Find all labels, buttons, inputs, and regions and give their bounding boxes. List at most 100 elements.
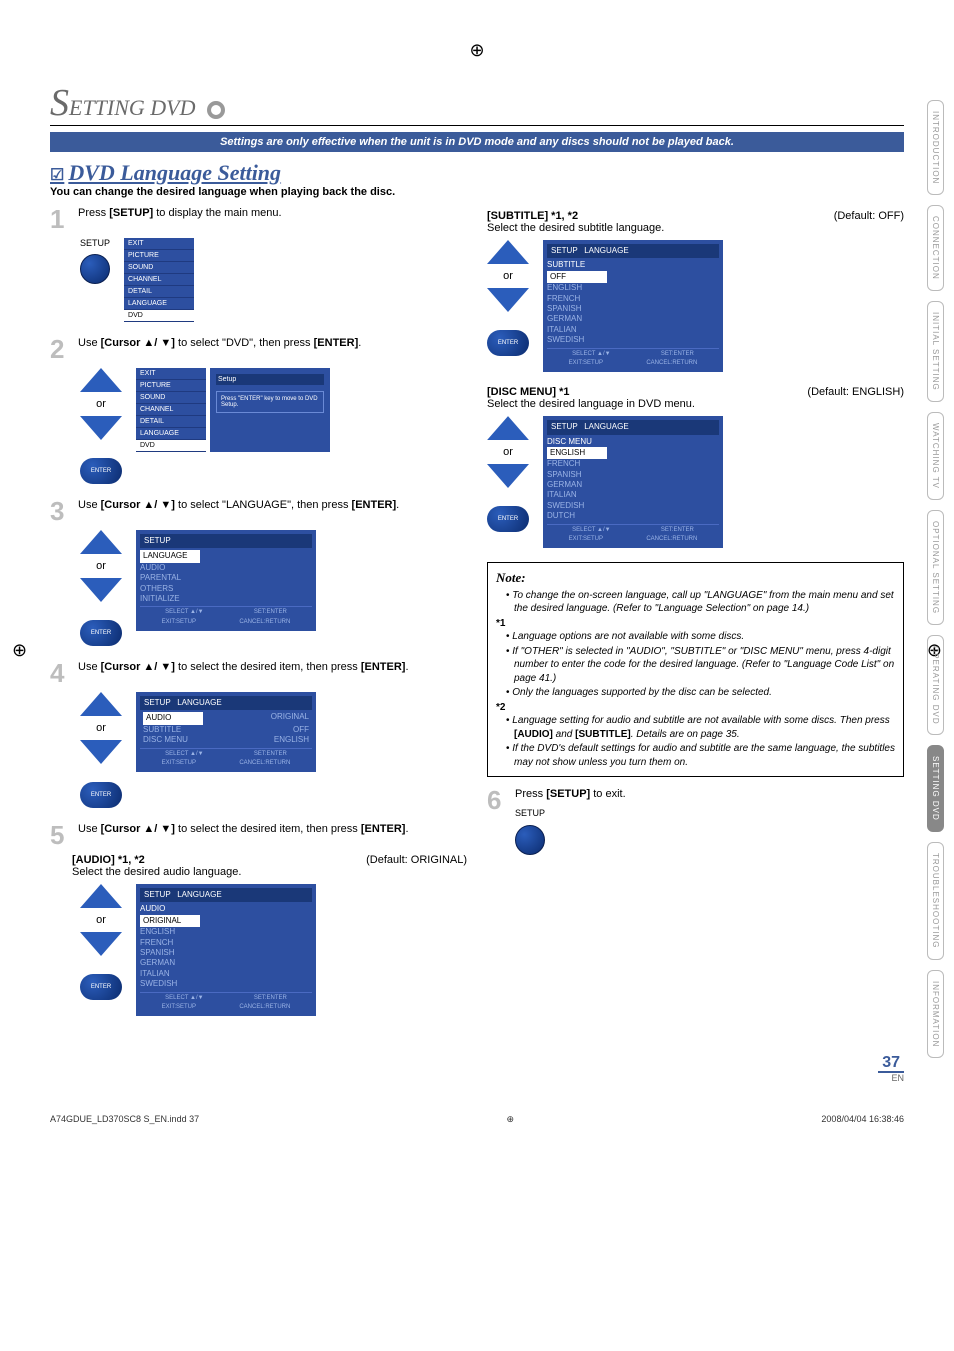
cursor-up-button[interactable]: [80, 530, 122, 554]
step-number: 4: [50, 660, 70, 686]
osd-foot: CANCEL:RETURN: [239, 760, 290, 768]
cursor-down-button[interactable]: [80, 416, 122, 440]
osd-item: GERMAN: [547, 314, 719, 324]
osd-foot: SET:ENTER: [254, 995, 287, 1003]
osd-foot: EXIT:SETUP: [162, 1004, 196, 1012]
step-text: to select the desired item, then press: [175, 661, 361, 673]
osd-item: DETAIL: [136, 416, 206, 428]
osd-foot: SET:ENTER: [661, 527, 694, 535]
cursor-down-button[interactable]: [487, 464, 529, 488]
cursor-down-button[interactable]: [80, 578, 122, 602]
check-icon: ☑: [50, 167, 64, 184]
osd-item-selected: ENGLISH: [547, 447, 607, 459]
tab-optional-setting[interactable]: OPTIONAL SETTING: [927, 510, 944, 625]
step-2: 2 Use [Cursor ▲/ ▼] to select "DVD", the…: [50, 336, 467, 362]
osd-item: ITALIAN: [547, 490, 719, 500]
osd-foot: SET:ENTER: [254, 609, 287, 617]
step-text: Press: [515, 788, 546, 800]
page-lang: EN: [891, 1073, 904, 1083]
page-title-rest: ETTING DVD: [69, 95, 196, 120]
tab-initial-setting[interactable]: INITIAL SETTING: [927, 301, 944, 402]
cursor-up-button[interactable]: [80, 884, 122, 908]
osd-value: OFF: [293, 725, 309, 735]
tab-introduction[interactable]: INTRODUCTION: [927, 100, 944, 195]
step-text: Use: [78, 499, 101, 511]
osd-item: LANGUAGE: [124, 298, 194, 310]
step-number: 2: [50, 336, 70, 362]
osd-item-selected: ORIGINAL: [140, 915, 200, 927]
or-label: or: [96, 722, 106, 734]
tab-setting-dvd[interactable]: SETTING DVD: [927, 745, 944, 832]
subtitle-heading: [SUBTITLE] *1, *2: [487, 210, 578, 222]
page-number-block: 37 EN: [50, 1050, 904, 1084]
cursor-down-button[interactable]: [80, 740, 122, 764]
enter-button[interactable]: ENTER: [80, 974, 122, 1000]
osd-item-selected: DVD: [124, 310, 194, 322]
or-label: or: [96, 560, 106, 572]
step-number: 5: [50, 822, 70, 848]
footer-meta: A74GDUE_LD370SC8 S_EN.indd 37 ⊕ 2008/04/…: [50, 1114, 904, 1125]
osd-foot: SELECT ▲/▼: [165, 609, 203, 617]
enter-button[interactable]: ENTER: [80, 782, 122, 808]
osd-item-selected: AUDIO: [143, 712, 203, 724]
tab-watching-tv[interactable]: WATCHING TV: [927, 412, 944, 500]
osd-main-menu: EXIT PICTURE SOUND CHANNEL DETAIL LANGUA…: [124, 238, 194, 322]
setup-label: SETUP: [80, 238, 110, 248]
setup-button[interactable]: [80, 254, 110, 284]
audio-default: (Default: ORIGINAL): [366, 854, 467, 866]
cursor-up-button[interactable]: [487, 416, 529, 440]
osd-foot: SELECT ▲/▼: [572, 527, 610, 535]
tab-connection[interactable]: CONNECTION: [927, 205, 944, 291]
right-column: [SUBTITLE] *1, *2 (Default: OFF) Select …: [487, 206, 904, 1030]
osd-subhead: SUBTITLE: [547, 260, 719, 270]
enter-button[interactable]: ENTER: [487, 330, 529, 356]
osd-item: SOUND: [124, 262, 194, 274]
tab-information[interactable]: INFORMATION: [927, 970, 944, 1058]
section-header: ☑DVD Language Setting: [50, 160, 904, 186]
cursor-up-button[interactable]: [80, 368, 122, 392]
tab-troubleshooting[interactable]: TROUBLESHOOTING: [927, 842, 944, 959]
step-key: [Cursor ▲/ ▼]: [101, 823, 175, 835]
step-text: to select "DVD", then press: [175, 337, 314, 349]
step-5: 5 Use [Cursor ▲/ ▼] to select the desire…: [50, 822, 467, 848]
cursor-down-button[interactable]: [487, 288, 529, 312]
osd-item-selected: DVD: [136, 440, 206, 452]
osd-foot: CANCEL:RETURN: [646, 360, 697, 368]
note-item: Language options are not available with …: [506, 630, 895, 644]
tab-operating-dvd[interactable]: OPERATING DVD: [927, 635, 944, 736]
osd-item: SUBTITLE: [143, 725, 181, 735]
step-key: [ENTER]: [352, 499, 397, 511]
osd-foot: EXIT:SETUP: [569, 536, 603, 544]
osd-item-menu: SETUP LANGUAGE AUDIOORIGINAL SUBTITLEOFF…: [136, 692, 316, 772]
enter-button[interactable]: ENTER: [80, 458, 122, 484]
subtitle-line: Select the desired subtitle language.: [487, 222, 904, 234]
step-text: to select the desired item, then press: [175, 823, 361, 835]
osd-foot: CANCEL:RETURN: [646, 536, 697, 544]
audio-heading: [AUDIO] *1, *2: [72, 854, 145, 866]
osd-item: EXIT: [136, 368, 206, 380]
cursor-up-button[interactable]: [487, 240, 529, 264]
enter-button[interactable]: ENTER: [80, 620, 122, 646]
osd-item: EXIT: [124, 238, 194, 250]
footer-timestamp: 2008/04/04 16:38:46: [821, 1114, 904, 1125]
osd-item: ENGLISH: [140, 927, 312, 937]
enter-button[interactable]: ENTER: [487, 506, 529, 532]
osd-foot: CANCEL:RETURN: [239, 619, 290, 627]
subtitle-default: (Default: OFF): [834, 210, 904, 222]
discmenu-heading: [DISC MENU] *1: [487, 386, 570, 398]
step-4: 4 Use [Cursor ▲/ ▼] to select the desire…: [50, 660, 467, 686]
osd-crumb: LANGUAGE: [584, 422, 628, 431]
cursor-down-button[interactable]: [80, 932, 122, 956]
step-1: 1 Press [SETUP] to display the main menu…: [50, 206, 467, 232]
cursor-up-button[interactable]: [80, 692, 122, 716]
section-subtitle: You can change the desired language when…: [50, 186, 904, 198]
osd-crumb: LANGUAGE: [584, 246, 628, 255]
step-key: [ENTER]: [314, 337, 359, 349]
osd-item: OTHERS: [140, 584, 312, 594]
osd-crumb: LANGUAGE: [177, 890, 221, 899]
osd-item: SPANISH: [547, 304, 719, 314]
page-title-initial: S: [50, 82, 69, 124]
setup-button[interactable]: [515, 825, 545, 855]
step-key: [ENTER]: [361, 823, 406, 835]
note-item: To change the on-screen language, call u…: [506, 589, 895, 616]
